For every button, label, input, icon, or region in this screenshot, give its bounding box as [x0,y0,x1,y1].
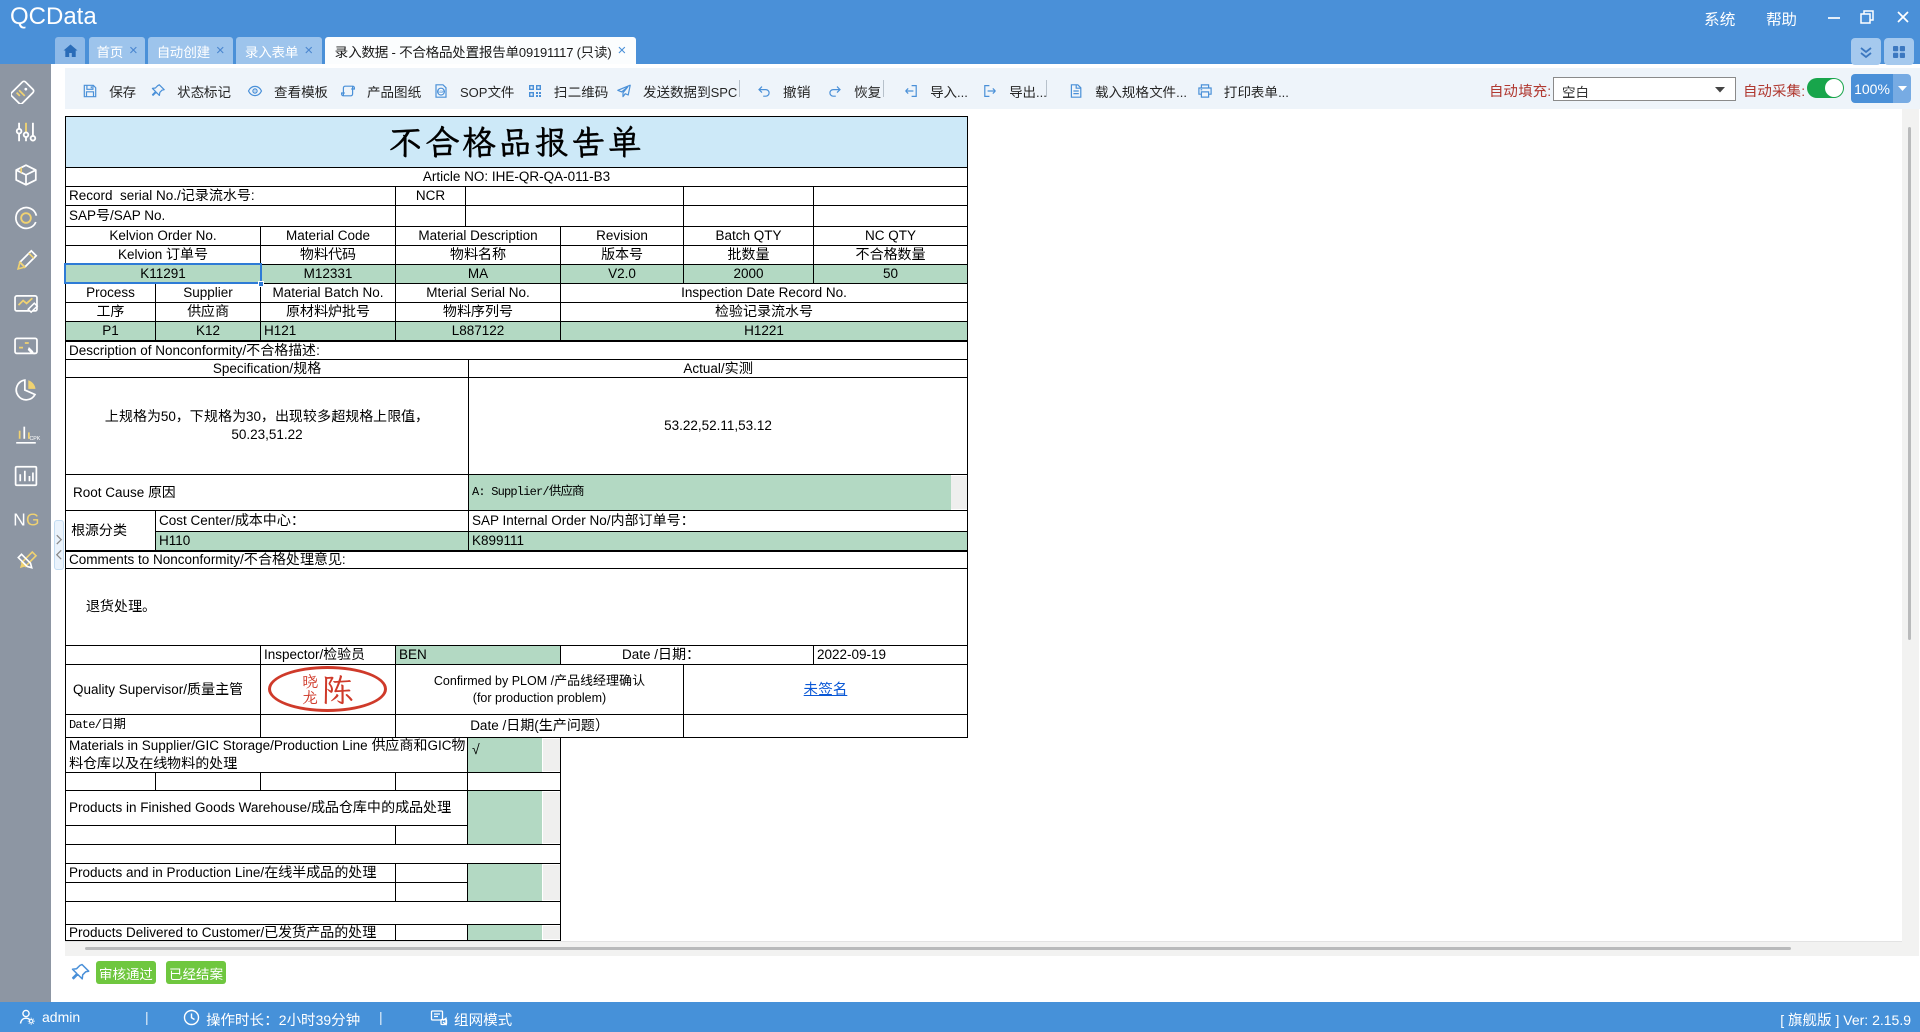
svg-text:G: G [26,509,39,529]
svg-text:CPK: CPK [29,436,40,442]
svg-text:SOP: SOP [437,90,445,94]
svg-text:N: N [13,509,25,529]
